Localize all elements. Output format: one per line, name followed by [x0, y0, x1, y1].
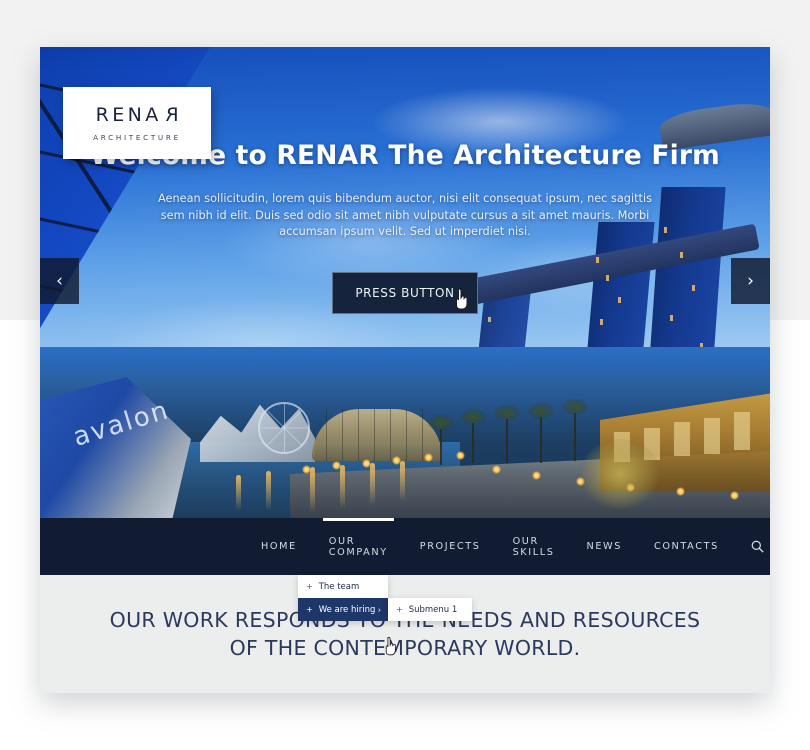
nav-item-our-skills[interactable]: OUR SKILLS	[497, 518, 571, 575]
site-logo[interactable]: RENAR ARCHITECTURE	[63, 87, 211, 159]
nav-item-contacts[interactable]: CONTACTS	[638, 518, 735, 575]
dropdown-item-label: We are hiring	[318, 604, 376, 615]
dropdown-item-label: The team	[318, 581, 360, 592]
dropdown-item-the-team[interactable]: + The team	[298, 575, 388, 598]
plus-icon: +	[396, 605, 403, 614]
carousel-prev-arrow-icon[interactable]: ‹	[40, 258, 79, 304]
press-button[interactable]: PRESS BUTTON	[332, 272, 478, 314]
nav-item-our-company[interactable]: OUR COMPANY	[313, 518, 404, 575]
plus-icon: +	[306, 605, 313, 614]
hero-paragraph: Aenean sollicitudin, lorem quis bibendum…	[158, 192, 652, 238]
search-icon[interactable]	[735, 518, 770, 575]
our-company-dropdown: + The team + We are hiring › + Submenu 1	[298, 575, 472, 621]
main-navigation-bar: HOME OUR COMPANY PROJECTS OUR SKILLS NEW…	[40, 518, 770, 575]
logo-text-main: RENA	[95, 104, 162, 126]
chevron-right-icon: ›	[377, 605, 381, 614]
dropdown-item-we-are-hiring[interactable]: + We are hiring ›	[298, 598, 388, 621]
website-preview-frame: avalon Welcome to RENAR The Architecture…	[40, 47, 770, 693]
hiring-submenu: + Submenu 1	[388, 598, 472, 621]
plus-icon: +	[306, 582, 313, 591]
tagline-section: OUR WORK RESPONDS TO THE NEEDS AND RESOU…	[40, 575, 770, 693]
logo-reversed-letter: R	[161, 104, 179, 126]
nav-item-projects[interactable]: PROJECTS	[404, 518, 497, 575]
submenu-item-1[interactable]: + Submenu 1	[388, 598, 472, 621]
nav-menu: HOME OUR COMPANY PROJECTS OUR SKILLS NEW…	[245, 518, 770, 575]
logo-subtitle: ARCHITECTURE	[93, 133, 181, 142]
nav-item-home[interactable]: HOME	[245, 518, 313, 575]
nav-item-news[interactable]: NEWS	[570, 518, 638, 575]
submenu-item-label: Submenu 1	[408, 604, 458, 615]
tagline-line-2: OF THE CONTEMPORARY WORLD.	[229, 636, 581, 660]
carousel-next-arrow-icon[interactable]: ›	[731, 258, 770, 304]
logo-wordmark: RENAR	[96, 104, 179, 126]
